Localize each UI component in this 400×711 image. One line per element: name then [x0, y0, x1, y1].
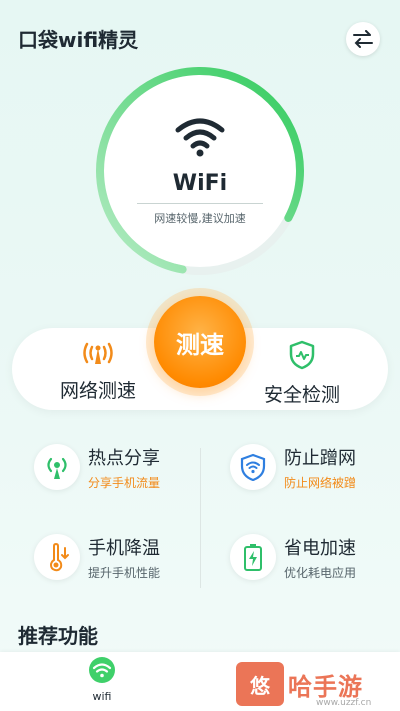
- nav-item-wifi-label: wifi: [92, 690, 112, 703]
- shield-check-icon: [289, 340, 315, 370]
- nav-item-wifi[interactable]: wifi: [82, 656, 122, 703]
- security-check-button[interactable]: 安全检测: [242, 340, 362, 407]
- recommended-section-title: 推荐功能: [18, 624, 98, 648]
- security-check-label: 安全检测: [263, 384, 340, 406]
- switch-button[interactable]: [346, 22, 380, 56]
- speed-test-button[interactable]: 测速: [154, 296, 246, 388]
- gauge-subtitle: 网速较慢,建议加速: [154, 212, 246, 225]
- wifi-tab-icon: [89, 657, 115, 683]
- wifi-gauge: WiFi 网速较慢,建议加速: [95, 66, 305, 276]
- watermark-url: www.uzzf.cn: [316, 698, 372, 708]
- network-speed-test-label: 网络测速: [59, 380, 136, 402]
- feature-subtitle: 提升手机性能: [88, 566, 161, 580]
- feature-title: 热点分享: [88, 448, 160, 469]
- watermark: 悠 哈手游 www.uzzf.cn: [236, 660, 396, 708]
- feature-subtitle: 分享手机流量: [88, 476, 161, 490]
- wifi-shield-icon: [230, 444, 276, 490]
- watermark-logo: 悠: [236, 662, 284, 706]
- app-title: 口袋wifi精灵: [18, 28, 139, 52]
- feature-power-saving[interactable]: 省电加速 优化耗电应用: [208, 518, 388, 588]
- feature-anti-freeload[interactable]: 防止蹭网 防止网络被蹭: [208, 428, 388, 498]
- feature-hotspot-share[interactable]: 热点分享 分享手机流量: [12, 428, 192, 498]
- wifi-icon: [175, 118, 225, 157]
- gauge-divider: [137, 203, 263, 204]
- feature-title: 手机降温: [88, 538, 160, 559]
- watermark-text: 哈手游: [288, 672, 363, 701]
- feature-title: 省电加速: [284, 538, 356, 559]
- gauge-label: WiFi: [172, 171, 228, 196]
- network-speed-test-button[interactable]: 网络测速: [38, 340, 158, 403]
- feature-divider: [200, 448, 201, 588]
- feature-phone-cooling[interactable]: 手机降温 提升手机性能: [12, 518, 192, 588]
- thermometer-icon: [34, 534, 80, 580]
- swap-arrows-icon: [353, 30, 373, 48]
- feature-grid: 热点分享 分享手机流量 防止蹭网 防止网络被蹭 手机降温 提升手机性能 省电加速…: [12, 428, 388, 598]
- feature-subtitle: 防止网络被蹭: [284, 476, 357, 490]
- hotspot-icon: [34, 444, 80, 490]
- feature-subtitle: 优化耗电应用: [284, 566, 357, 580]
- feature-title: 防止蹭网: [284, 448, 356, 469]
- signal-waves-icon: [83, 342, 113, 364]
- battery-icon: [230, 534, 276, 580]
